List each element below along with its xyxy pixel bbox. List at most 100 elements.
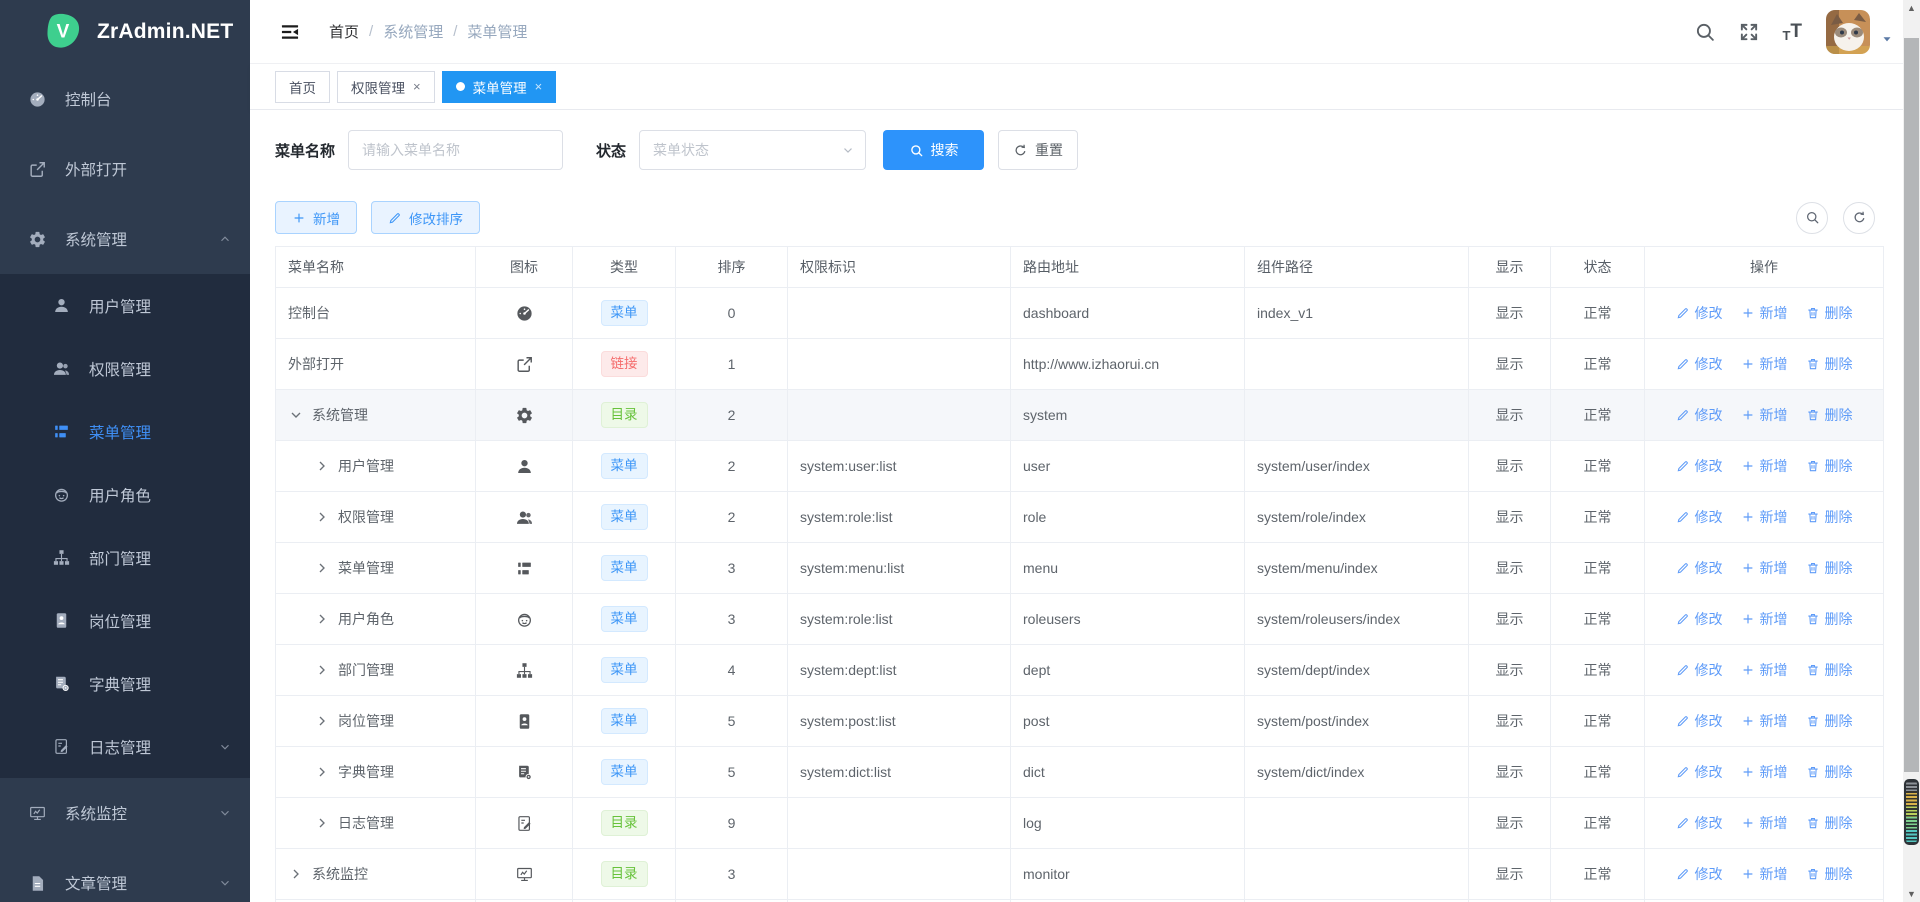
sidebar-item-1[interactable]: 外部打开 [0,134,250,204]
row-add-link[interactable]: 新增 [1741,660,1788,680]
sidebar-item-11[interactable]: 系统监控 [0,778,250,848]
sidebar-item-3[interactable]: 用户管理 [0,274,250,337]
sidebar-item-2[interactable]: 系统管理 [0,204,250,274]
row-delete-link[interactable]: 删除 [1806,813,1853,833]
trash-icon [1806,357,1820,371]
tab-2[interactable]: 菜单管理× [442,71,557,103]
row-add-link[interactable]: 新增 [1741,405,1788,425]
sidebar-item-0[interactable]: 控制台 [0,64,250,134]
row-add-link[interactable]: 新增 [1741,558,1788,578]
row-edit-link[interactable]: 修改 [1676,609,1723,629]
row-edit-link[interactable]: 修改 [1676,762,1723,782]
app-logo[interactable]: V ZrAdmin.NET [0,0,250,64]
add-button[interactable]: 新增 [275,201,357,234]
permission-value [788,339,1011,390]
sidebar-item-8[interactable]: 岗位管理 [0,589,250,652]
trash-icon [1806,561,1820,575]
pencil-icon [1676,561,1690,575]
tab-1[interactable]: 权限管理× [337,71,435,103]
row-add-link[interactable]: 新增 [1741,456,1788,476]
row-delete-link[interactable]: 删除 [1806,762,1853,782]
row-edit-link[interactable]: 修改 [1676,303,1723,323]
scrollbar-thumb[interactable] [1904,38,1919,772]
breadcrumb-item-0[interactable]: 首页 [329,21,359,42]
user-avatar[interactable] [1826,10,1870,54]
status-value: 正常 [1551,492,1645,543]
row-expand-right-icon[interactable] [288,866,304,882]
row-edit-link[interactable]: 修改 [1676,864,1723,884]
breadcrumb-item-1[interactable]: 系统管理 [383,21,443,42]
menu-name-cell: 外部打开 [288,354,463,374]
tab-close-icon[interactable]: × [535,79,543,94]
row-add-link[interactable]: 新增 [1741,507,1788,527]
scrollbar-up-arrow[interactable]: ▲ [1903,0,1920,16]
sidebar-item-12[interactable]: 文章管理 [0,848,250,902]
row-edit-link[interactable]: 修改 [1676,711,1723,731]
reset-button[interactable]: 重置 [998,130,1078,170]
row-expand-right-icon[interactable] [314,560,330,576]
row-delete-link[interactable]: 删除 [1806,354,1853,374]
row-expand-right-icon[interactable] [314,713,330,729]
sidebar-item-9[interactable]: 字典管理 [0,652,250,715]
menu-name-input[interactable] [348,130,563,170]
row-expand-right-icon[interactable] [314,764,330,780]
row-add-link[interactable]: 新增 [1741,354,1788,374]
row-delete-link[interactable]: 删除 [1806,558,1853,578]
row-delete-link[interactable]: 删除 [1806,405,1853,425]
row-add-link[interactable]: 新增 [1741,711,1788,731]
row-expand-right-icon[interactable] [314,458,330,474]
column-header-0: 菜单名称 [276,247,476,288]
pencil-icon [1676,612,1690,626]
search-icon[interactable] [1694,21,1716,43]
row-edit-link[interactable]: 修改 [1676,660,1723,680]
table-search-toggle-button[interactable] [1796,202,1828,234]
row-edit-link[interactable]: 修改 [1676,405,1723,425]
row-delete-link[interactable]: 删除 [1806,660,1853,680]
font-size-icon[interactable]: TT [1782,21,1802,43]
row-edit-link[interactable]: 修改 [1676,813,1723,833]
row-add-link[interactable]: 新增 [1741,303,1788,323]
table-refresh-button[interactable] [1843,202,1875,234]
row-add-link[interactable]: 新增 [1741,864,1788,884]
sidebar-fold-icon[interactable] [279,21,301,43]
row-edit-link[interactable]: 修改 [1676,456,1723,476]
fullscreen-icon[interactable] [1738,21,1760,43]
row-edit-link[interactable]: 修改 [1676,354,1723,374]
trash-icon [1806,408,1820,422]
row-edit-link[interactable]: 修改 [1676,507,1723,527]
row-expand-right-icon[interactable] [314,611,330,627]
edit-sort-button[interactable]: 修改排序 [371,201,480,234]
sidebar-item-6[interactable]: 用户角色 [0,463,250,526]
tab-close-icon[interactable]: × [413,79,421,94]
row-delete-link[interactable]: 删除 [1806,456,1853,476]
row-add-link[interactable]: 新增 [1741,813,1788,833]
status-select[interactable]: 菜单状态 [639,130,866,170]
breadcrumb-item-2[interactable]: 菜单管理 [467,21,527,42]
row-expand-right-icon[interactable] [314,662,330,678]
tab-0[interactable]: 首页 [275,71,330,103]
row-edit-link[interactable]: 修改 [1676,558,1723,578]
refresh-icon [1852,210,1867,225]
scrollbar-down-arrow[interactable]: ▼ [1903,886,1920,902]
row-delete-link[interactable]: 删除 [1806,507,1853,527]
permission-value: system:user:list [788,441,1011,492]
row-delete-link[interactable]: 删除 [1806,609,1853,629]
row-delete-link[interactable]: 删除 [1806,864,1853,884]
row-add-link[interactable]: 新增 [1741,609,1788,629]
sidebar-item-7[interactable]: 部门管理 [0,526,250,589]
status-select-placeholder: 菜单状态 [653,140,709,160]
sidebar-item-10[interactable]: 日志管理 [0,715,250,778]
scrollbar[interactable]: ▲ ▼ [1903,0,1920,902]
avatar-caret-down-icon[interactable] [1880,32,1894,46]
row-add-link[interactable]: 新增 [1741,762,1788,782]
permission-value: system:role:list [788,594,1011,645]
search-button[interactable]: 搜索 [883,130,984,170]
row-expand-right-icon[interactable] [314,815,330,831]
sidebar-item-5[interactable]: 菜单管理 [0,400,250,463]
sidebar-item-4[interactable]: 权限管理 [0,337,250,400]
row-delete-link[interactable]: 删除 [1806,711,1853,731]
row-expand-down-icon[interactable] [288,407,304,423]
row-delete-link[interactable]: 删除 [1806,303,1853,323]
menu-name: 系统监控 [312,864,368,884]
row-expand-right-icon[interactable] [314,509,330,525]
